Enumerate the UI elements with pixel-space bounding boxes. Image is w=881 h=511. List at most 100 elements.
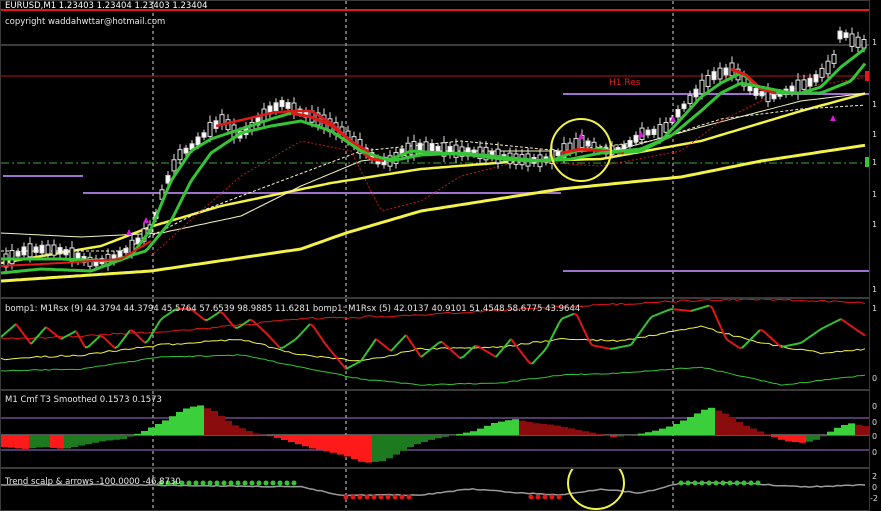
cmf-bar bbox=[92, 435, 99, 443]
rsx-segment bbox=[495, 352, 500, 358]
rsx-segment bbox=[714, 313, 719, 322]
rsx-segment bbox=[783, 344, 788, 348]
rsx-segment bbox=[273, 340, 278, 346]
rsx-segment bbox=[618, 345, 623, 349]
rsx-segment bbox=[804, 337, 809, 342]
candle-body bbox=[627, 139, 633, 147]
rsx-segment bbox=[156, 320, 161, 327]
rsx-segment bbox=[612, 347, 617, 350]
rsx-segment bbox=[321, 338, 326, 345]
candle-body bbox=[585, 140, 591, 147]
rsx-segment bbox=[627, 344, 632, 347]
trend-up-dot bbox=[720, 480, 726, 486]
rsx-segment bbox=[741, 344, 746, 349]
cmf-bar bbox=[71, 435, 78, 447]
price-chart[interactable] bbox=[1, 1, 870, 298]
highlight-circle bbox=[567, 469, 625, 510]
trend-up-dot bbox=[734, 480, 740, 486]
cmf-bar bbox=[827, 431, 834, 435]
rsx-segment bbox=[210, 314, 215, 319]
rsx-segment bbox=[24, 335, 29, 341]
rsx-segment bbox=[567, 314, 572, 318]
trend-scalp-chart[interactable] bbox=[1, 469, 870, 511]
price-pane[interactable]: EURUSD,M1 1.23403 1.23404 1.23403 1.2340… bbox=[0, 0, 870, 298]
rsx-segment bbox=[303, 326, 308, 332]
cmf-bar bbox=[477, 428, 484, 435]
rsx-segment bbox=[69, 331, 74, 336]
rsx-pane[interactable]: bomp1: M1Rsx (9) 44.3794 44.3794 45.5764… bbox=[0, 298, 870, 390]
trend-up-dot bbox=[685, 480, 691, 486]
rsx-segment bbox=[522, 353, 527, 360]
trend-label: Trend scalp & arrows -100.0000 -46.8730 bbox=[5, 477, 181, 487]
rsx-segment bbox=[690, 309, 695, 312]
rsx-segment bbox=[456, 354, 461, 359]
rsx-segment bbox=[108, 341, 113, 347]
price-axis[interactable]: 1 1 1 1 1 1 1 bbox=[870, 0, 881, 298]
rsx-segment bbox=[132, 330, 137, 335]
rsx-segment bbox=[282, 344, 287, 349]
rsx-segment bbox=[696, 307, 701, 311]
cmf-bar bbox=[687, 417, 694, 435]
trend-up-dot bbox=[755, 480, 761, 486]
trend-up-dot bbox=[200, 480, 206, 486]
trend-up-dot bbox=[186, 480, 192, 486]
candle-body bbox=[687, 94, 693, 105]
rsx-segment bbox=[840, 318, 845, 322]
rsx-segment bbox=[129, 329, 134, 332]
cmf-bar bbox=[15, 435, 22, 449]
candle-body bbox=[819, 67, 825, 78]
rsx-segment bbox=[666, 308, 671, 312]
cmf-bar bbox=[785, 435, 792, 442]
trend-pane[interactable]: Trend scalp & arrows -100.0000 -46.8730 bbox=[0, 468, 870, 511]
candle-body bbox=[21, 246, 27, 256]
rsx-segment bbox=[645, 319, 650, 325]
rsx-segment bbox=[114, 345, 119, 349]
rsx-segment bbox=[42, 326, 47, 332]
rsx-segment bbox=[306, 323, 311, 328]
price-tick: 1 bbox=[872, 190, 878, 199]
rsx-segment bbox=[315, 329, 320, 336]
rsx-segment bbox=[636, 331, 641, 338]
cmf-bar bbox=[848, 423, 855, 435]
rsx-segment bbox=[597, 345, 602, 348]
candle-body bbox=[711, 71, 717, 81]
cmf-bar bbox=[505, 420, 512, 435]
trend-up-dot bbox=[713, 480, 719, 486]
rsx-segment bbox=[3, 331, 8, 336]
rsx-segment bbox=[312, 325, 317, 331]
rsx-segment bbox=[603, 346, 608, 350]
rsx-segment bbox=[792, 343, 797, 346]
candle-body bbox=[843, 32, 849, 39]
cmf-bar bbox=[589, 432, 596, 435]
candle-body bbox=[645, 129, 651, 136]
candle-body bbox=[825, 60, 831, 75]
trend-up-dot bbox=[727, 480, 733, 486]
rsx-segment bbox=[750, 335, 755, 340]
mt4-chart-window[interactable]: EURUSD,M1 1.23403 1.23404 1.23403 1.2340… bbox=[0, 0, 881, 511]
cmf-bar bbox=[764, 434, 771, 435]
rsx-segment bbox=[462, 353, 467, 358]
candle-body bbox=[285, 102, 291, 109]
cmf-pane[interactable]: M1 Cmf T3 Smoothed 0.1573 0.1573 bbox=[0, 390, 870, 468]
rsx-segment bbox=[534, 356, 539, 362]
rsx-segment bbox=[147, 335, 152, 342]
rsx-segment bbox=[327, 346, 332, 352]
rsx-segment bbox=[579, 321, 584, 329]
trend-up-dot bbox=[692, 480, 698, 486]
rsx-segment bbox=[852, 326, 857, 331]
pale-ma-dash bbox=[1, 104, 866, 252]
cmf-bar bbox=[428, 435, 435, 440]
cmf-bar bbox=[85, 435, 92, 445]
rsx-segment bbox=[720, 327, 725, 335]
cmf-bar bbox=[568, 428, 575, 435]
cmf-bar bbox=[50, 435, 57, 448]
rsx-segment bbox=[564, 315, 569, 319]
rsx-segment bbox=[198, 314, 203, 319]
rsx-segment bbox=[291, 338, 296, 343]
rsx-axis: 1 0 bbox=[870, 298, 881, 390]
rsx-segment bbox=[435, 341, 440, 346]
cmf-bar bbox=[232, 425, 239, 435]
rsx-segment bbox=[810, 333, 815, 337]
rsx-segment bbox=[723, 334, 728, 341]
cmf-bar bbox=[456, 434, 463, 435]
